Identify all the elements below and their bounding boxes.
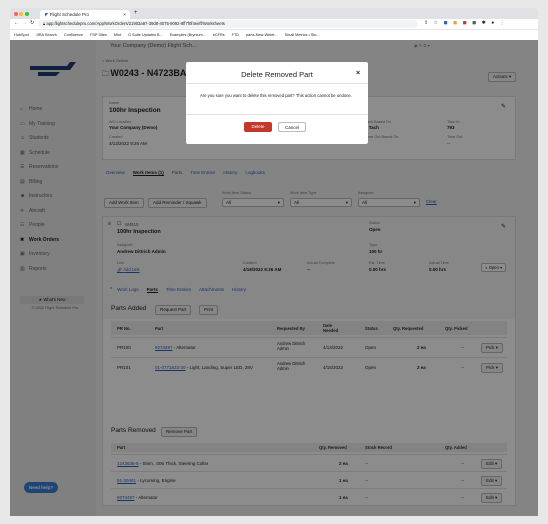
address-bar[interactable]: 🔒︎ app.flightschedulepro.com/App/WorkOrd… [38,20,418,28]
extension-icon[interactable]: ◼ [443,20,449,26]
window-controls [14,12,29,18]
bookmark-item[interactable]: JIRA Search [36,33,57,37]
cancel-button[interactable]: Cancel [278,122,306,132]
nav-back-icon[interactable]: ← [14,20,19,26]
tab-title: Flight Schedule Pro [49,12,90,17]
address-url: app.flightschedulepro.com/App/WorkOrders… [46,21,225,26]
bookmark-item[interactable]: Examples (Brynium... [170,33,206,37]
lock-icon: 🔒︎ [43,21,46,26]
new-tab-icon[interactable]: + [134,10,138,16]
bookmarks-bar: HubSpot JIRA Search Confluence FSP Sites Min… [10,29,538,40]
nav-forward-icon[interactable]: → [22,20,27,26]
tab-favicon-icon: ◤ [45,12,49,17]
share-icon[interactable]: ⇪ [424,20,430,26]
bookmark-item[interactable]: G Suite Updates B... [128,33,163,37]
modal-message: Are you sure you want to delete this rem… [200,93,352,98]
maximize-window-icon[interactable] [24,12,29,16]
bookmark-item[interactable]: HubSpot [14,33,29,37]
bookmark-item[interactable]: FTD [232,33,239,37]
extension-icon[interactable]: ◼ [472,20,478,26]
bookmark-item[interactable]: parts-New-Webfr... [246,33,278,37]
modal-close-icon[interactable]: × [356,70,360,77]
reload-icon[interactable]: ↻ [30,20,34,26]
bookmark-item[interactable]: Mint [114,33,121,37]
puzzle-icon[interactable]: ✱ [482,20,488,26]
delete-modal: Delete Removed Part × Are you sure you w… [186,62,368,144]
delete-button[interactable]: Delete [244,122,272,132]
star-icon[interactable]: ☆ [434,20,440,26]
extension-icon[interactable]: ◼ [463,20,469,26]
close-window-icon[interactable] [14,12,18,16]
bookmark-item[interactable]: FSP Sites [90,33,107,37]
bookmark-item[interactable]: eCFRs [213,33,225,37]
address-bar-row: ← → ↻ 🔒︎ app.flightschedulepro.com/App/W… [10,19,538,29]
modal-title: Delete Removed Part [241,70,313,79]
tab-close-icon[interactable]: × [123,10,126,19]
modal-divider [186,114,368,115]
bookmark-item[interactable]: Confluence [64,33,83,37]
minimize-window-icon[interactable] [19,12,24,16]
modal-divider [186,83,368,84]
browser-tab[interactable]: ◤ Flight Schedule Pro × [40,10,130,19]
menu-kebab-icon[interactable]: ⋮ [500,20,507,26]
extension-icons: ⇪ ☆ ◼ ◼ ◼ ◼ ✱ ● ⋮ [424,20,507,26]
extension-icon[interactable]: ◼ [453,20,459,26]
bookmark-item[interactable]: Small Metrics • Sto... [285,33,320,37]
browser-chrome: ◤ Flight Schedule Pro × + ← → ↻ 🔒︎ app.f… [10,8,538,40]
profile-icon[interactable]: ● [491,20,496,26]
